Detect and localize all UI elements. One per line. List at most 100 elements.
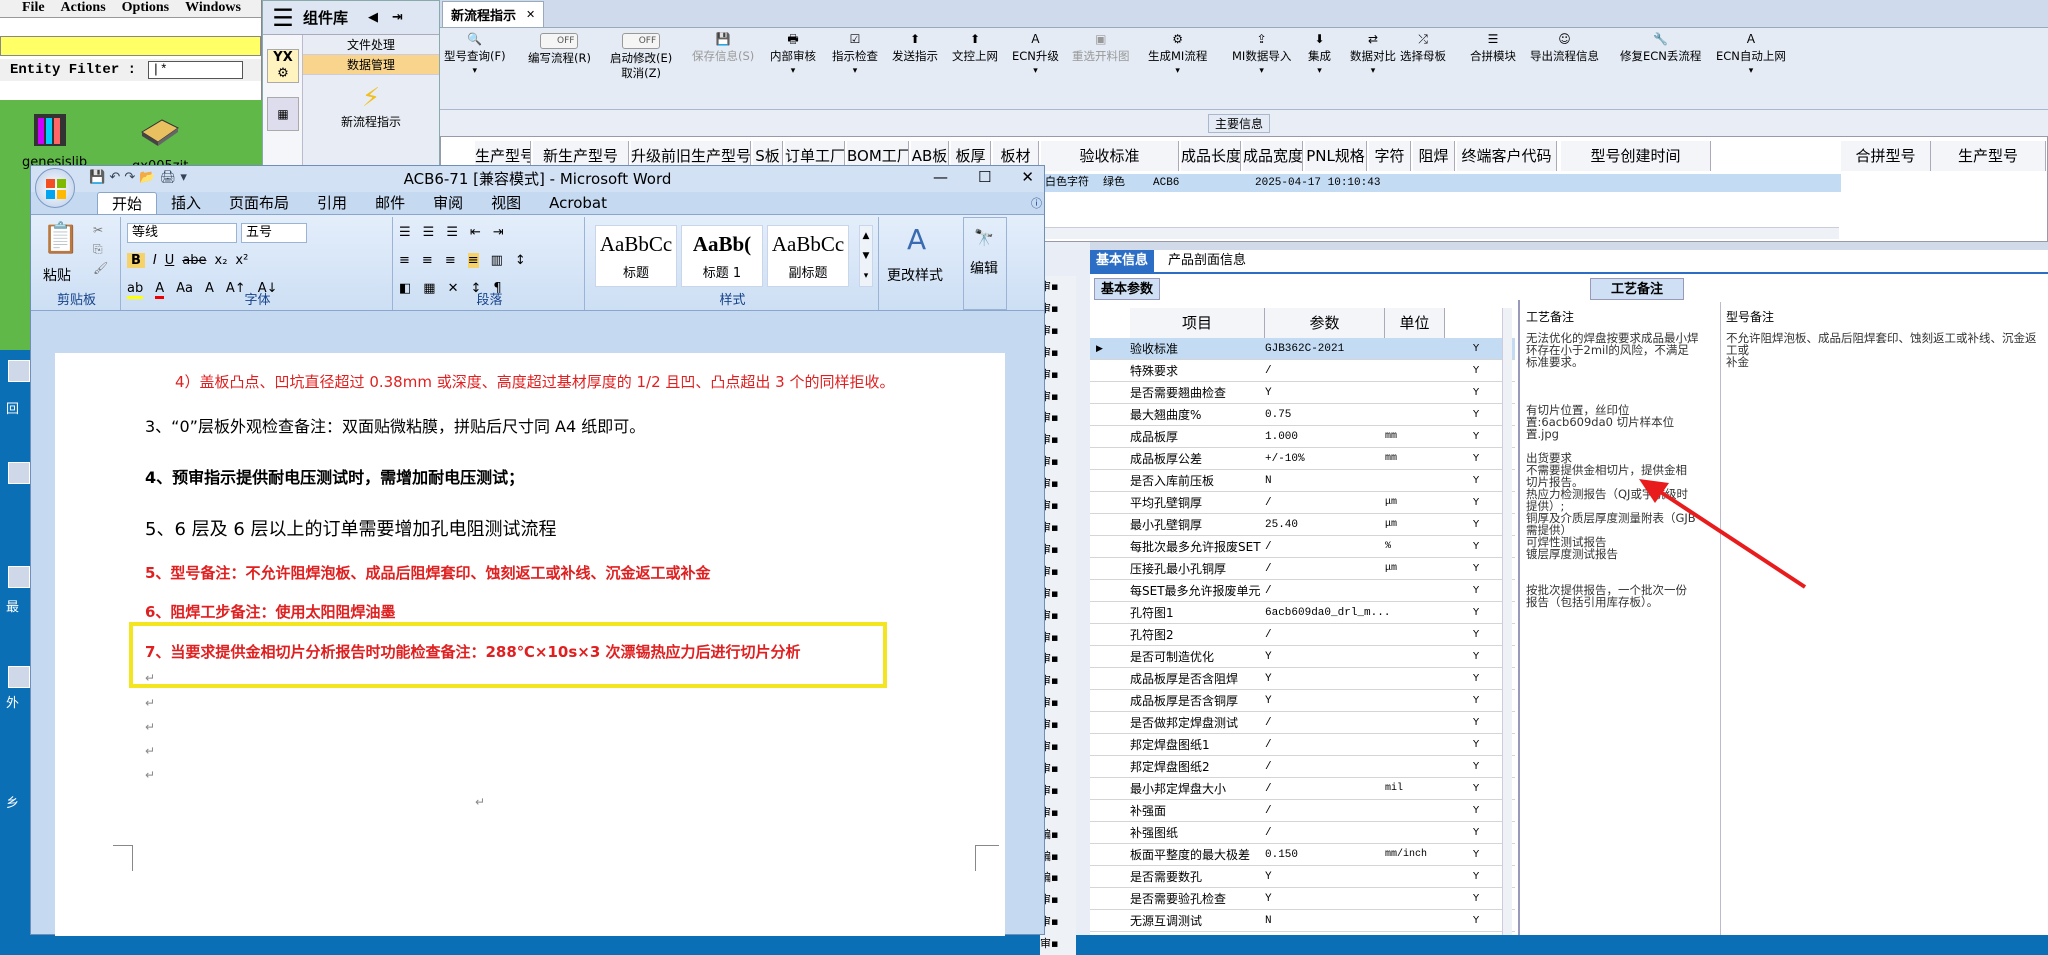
toolbar-button-10[interactable]: ⚙ 生成MI流程 ▾ [1148, 32, 1207, 79]
paste-button[interactable]: 粘贴 [43, 265, 71, 285]
font-format-buttons[interactable]: B I Uabe x₂ x² [127, 253, 248, 268]
table-row[interactable]: 成品板厚是否含阻焊 Y Y [1090, 668, 1515, 690]
table-row[interactable]: 压接孔最小孔铜厚 / μm Y [1090, 558, 1515, 580]
grid-header[interactable]: PNL规格 [1305, 141, 1367, 171]
job-icon[interactable]: gx005zjt [132, 114, 188, 174]
doc-line-7[interactable]: 7、当要求提供金相切片分析报告时功能检查备注：288℃×10s×3 次漂锡热应力… [145, 641, 801, 662]
quick-access-toolbar[interactable]: 💾 ↶ ↷ 📂 🖨 ▾ [89, 170, 187, 185]
library-icon[interactable]: genesislib [22, 110, 87, 170]
table-row[interactable]: 平均孔壁铜厚 / μm Y [1090, 492, 1515, 514]
table-row[interactable]: 补强图纸 / Y [1090, 822, 1515, 844]
dropdown-icon[interactable]: ▾ [1716, 64, 1786, 79]
grid-header[interactable]: 成品宽度 [1243, 141, 1303, 171]
desktop-icon[interactable] [8, 666, 30, 688]
minimize-icon[interactable]: — [933, 168, 948, 186]
tab-references[interactable]: 引用 [303, 192, 361, 214]
vertical-scrollbar[interactable] [1502, 308, 1512, 935]
table-row[interactable]: 是否做邦定焊盘测试 / Y [1090, 712, 1515, 734]
table-row[interactable]: 最大翘曲度% 0.75 Y [1090, 404, 1515, 426]
tab-new-process[interactable]: 新流程指示 ✕ [442, 1, 545, 27]
table-row[interactable]: 成品板厚 1.000 mm Y [1090, 426, 1515, 448]
desktop-icon[interactable] [8, 462, 30, 484]
table-row[interactable]: 是否入库前压板 N Y [1090, 470, 1515, 492]
align-buttons[interactable]: ≡ ≡ ≡ ≡ ▥ ↕ [399, 253, 526, 268]
table-row[interactable]: 每批次最多允许报废SET /% Y [1090, 536, 1515, 558]
table-row[interactable]: 成品板厚公差 +/-10% mm Y [1090, 448, 1515, 470]
dropdown-icon[interactable]: ▾ [1232, 64, 1291, 79]
tab-review[interactable]: 审阅 [419, 192, 477, 214]
tab-layout[interactable]: 页面布局 [215, 192, 303, 214]
tab-acrobat[interactable]: Acrobat [535, 192, 621, 214]
toolbar-button-3[interactable]: 💾 保存信息(S) [692, 32, 754, 64]
tab-process-remarks[interactable]: 工艺备注 [1590, 278, 1685, 300]
style-title[interactable]: AaBbCc 标题 [595, 225, 677, 287]
table-row[interactable]: 最小邦定焊盘大小 / mil Y [1090, 778, 1515, 800]
file-processing-item[interactable]: 文件处理 [303, 35, 439, 55]
help-icon[interactable]: ⓘ [1031, 195, 1042, 211]
dropdown-icon[interactable]: ▾ [444, 64, 506, 79]
table-row[interactable]: 最小孔壁铜厚 25.40 μm Y [1090, 514, 1515, 536]
change-styles-icon[interactable]: A [907, 223, 926, 256]
font-name-select[interactable]: 等线 [127, 223, 237, 243]
table-row[interactable]: 特殊要求 / Y [1090, 360, 1515, 382]
new-process-launcher[interactable]: 新流程指示 [303, 113, 439, 130]
toolbar-button-4[interactable]: 🖶 内部审核 ▾ [770, 32, 816, 79]
toolbar-button-1[interactable]: OFF 编写流程(R) [528, 32, 591, 66]
table-row[interactable]: 是否需要翘曲检查 Y Y [1090, 382, 1515, 404]
menu-icon[interactable]: ☰ [263, 1, 303, 35]
param-header[interactable]: 单位 [1385, 308, 1445, 338]
lightning-icon[interactable]: ⚡ [303, 83, 439, 113]
menu-file[interactable]: File [22, 0, 45, 17]
toolbar-button-0[interactable]: 🔍 型号查询(F) ▾ [444, 32, 506, 79]
grid-header[interactable]: 阻焊 [1413, 141, 1455, 171]
pin-icon[interactable]: ⇥ [392, 10, 403, 25]
close-icon[interactable]: ✕ [1021, 168, 1034, 186]
tab-view[interactable]: 视图 [477, 192, 535, 214]
toolbar-button-2[interactable]: OFF 启动修改(E) 取消(Z) [610, 32, 672, 81]
desktop-icon[interactable] [8, 566, 30, 588]
toolbar-button-18[interactable]: Ａ ECN自动上网 ▾ [1716, 32, 1786, 79]
toolbar-button-6[interactable]: ⬆ 发送指示 [892, 32, 938, 64]
table-row[interactable]: 是否需要验孔检查 Y Y [1090, 888, 1515, 910]
tab-mailings[interactable]: 邮件 [361, 192, 419, 214]
table-row[interactable]: 是否需要数孔 Y Y [1090, 866, 1515, 888]
toolbar-button-8[interactable]: Ａ ECN升级 ▾ [1012, 32, 1059, 79]
calculator-icon[interactable]: ▦ [267, 97, 299, 131]
toolbar-button-13[interactable]: ⇄ 数据对比 ▾ [1350, 32, 1396, 79]
dropdown-icon[interactable]: ▾ [1148, 64, 1207, 79]
style-subtitle[interactable]: AaBbCc 副标题 [767, 225, 849, 287]
toolbar-button-17[interactable]: 🔧 修复ECN丢流程 [1620, 32, 1701, 64]
grid-header[interactable]: 生产型号 [1931, 141, 2046, 171]
close-icon[interactable]: ✕ [526, 8, 535, 21]
table-row[interactable]: 板面平整度的最大极差 0.150 mm/inch Y [1090, 844, 1515, 866]
desktop-icon[interactable] [8, 360, 30, 382]
toolbar-button-7[interactable]: ⬆ 文控上网 [952, 32, 998, 64]
data-management-item[interactable]: 数据管理 [303, 55, 439, 75]
dropdown-icon[interactable]: ▾ [1350, 64, 1396, 79]
toolbar-button-16[interactable]: ☺ 导出流程信息 [1530, 32, 1599, 64]
toolbar-button-11[interactable]: ⇪ MI数据导入 ▾ [1232, 32, 1291, 79]
styles-scroll[interactable]: ▲ ▼ ▾ [859, 225, 873, 287]
entity-filter-input[interactable]: |* [148, 61, 244, 79]
table-row[interactable]: 孔符图1 6acb609da0_drl_m... Y [1090, 602, 1515, 624]
menu-windows[interactable]: Windows [185, 0, 241, 17]
splitter[interactable] [1090, 242, 2048, 250]
tab-insert[interactable]: 插入 [157, 192, 215, 214]
style-heading-1[interactable]: AaBb(标题 1 [681, 225, 763, 287]
table-row[interactable]: 验收标准 GJB362C-2021 Y ▶ [1090, 338, 1515, 360]
grid-header[interactable]: 型号创建时间 [1561, 141, 1711, 171]
model-remark-text[interactable]: 不允许阻焊泡板、成品后阻焊套印、蚀刻返工或补线、沉金返工或 补金 [1726, 332, 2046, 368]
table-row[interactable]: 成品板厚是否含铜厚 Y Y [1090, 690, 1515, 712]
table-row[interactable]: 邦定焊盘图纸1 / Y [1090, 734, 1515, 756]
find-icon[interactable]: 🔭 [974, 228, 994, 247]
table-row[interactable]: 无源互调测试 N Y [1090, 910, 1515, 932]
dropdown-icon[interactable]: ▾ [832, 64, 878, 79]
tab-home[interactable]: 开始 [97, 192, 158, 214]
tab-product-profile[interactable]: 产品剖面信息 [1162, 250, 1252, 272]
toolbar-button-9[interactable]: ▣ 重选开料图 [1072, 32, 1130, 64]
cut-copy-icons[interactable]: ✂ ⎘ 🖌 [93, 221, 108, 278]
grid-header[interactable]: 成品长度 [1181, 141, 1241, 171]
param-header[interactable]: 参数 [1265, 308, 1385, 338]
toolbar-button-15[interactable]: ☰ 合拼模块 [1470, 32, 1516, 64]
toolbar-button-5[interactable]: ☑ 指示检查 ▾ [832, 32, 878, 79]
